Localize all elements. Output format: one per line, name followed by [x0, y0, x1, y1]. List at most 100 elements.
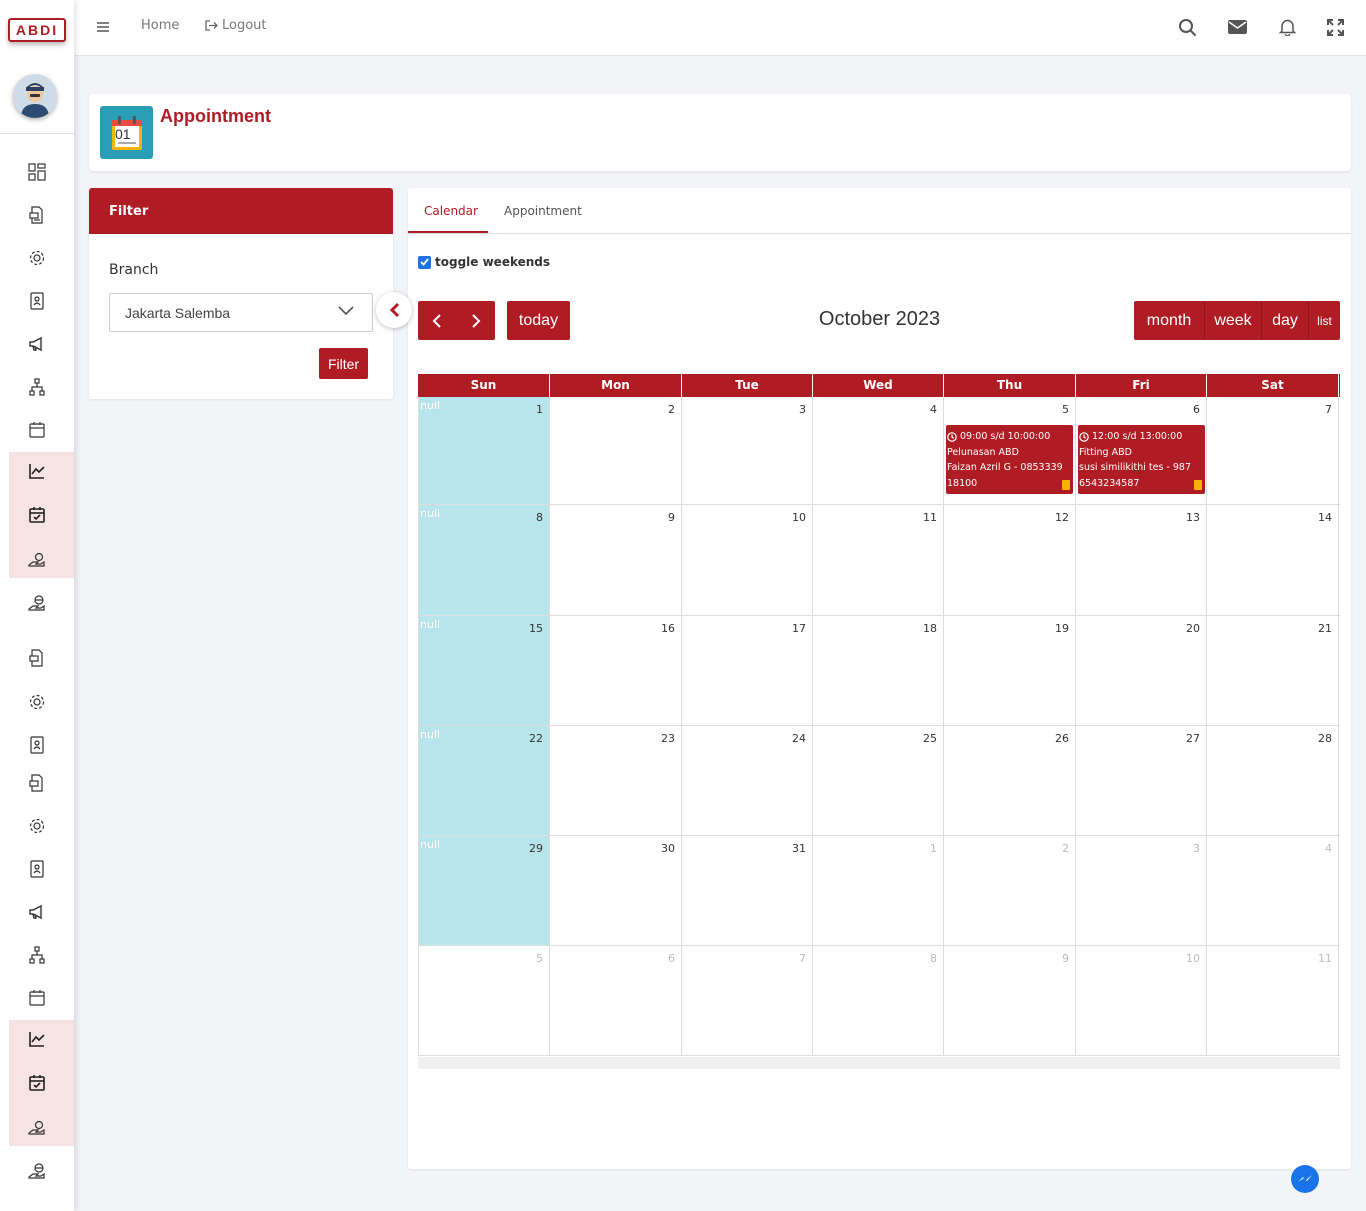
day-number[interactable]: 13 — [1186, 511, 1200, 524]
day-number[interactable]: 6 — [668, 952, 675, 965]
day-number[interactable]: 15 — [529, 622, 543, 635]
day-number[interactable]: 14 — [1318, 511, 1332, 524]
menu-toggle-button[interactable] — [92, 16, 114, 38]
user-avatar[interactable] — [13, 74, 57, 118]
day-cell[interactable]: 10 — [1076, 946, 1207, 1055]
day-cell[interactable]: 6 — [550, 946, 682, 1055]
today-button[interactable]: today — [507, 301, 570, 340]
sidebar-item-hierarchy-2[interactable] — [0, 933, 74, 977]
fullscreen-button[interactable] — [1324, 16, 1346, 38]
day-cell[interactable]: 2 — [550, 397, 682, 504]
day-cell[interactable]: 31 — [682, 836, 813, 945]
sidebar-item-hand-globe-2[interactable] — [0, 1149, 74, 1193]
tab-appointment[interactable]: Appointment — [504, 204, 582, 218]
day-number[interactable]: 11 — [923, 511, 937, 524]
day-number[interactable]: 21 — [1318, 622, 1332, 635]
day-number[interactable]: 4 — [930, 403, 937, 416]
day-number[interactable]: 6 — [1193, 403, 1200, 416]
day-cell[interactable]: 22 null — [418, 726, 550, 835]
day-number[interactable]: 5 — [536, 952, 543, 965]
trash-icon[interactable] — [1062, 480, 1070, 490]
day-cell[interactable]: 1 — [813, 836, 944, 945]
sidebar-item-settings[interactable] — [0, 236, 74, 280]
day-cell[interactable]: 24 — [682, 726, 813, 835]
day-number[interactable]: 19 — [1055, 622, 1069, 635]
next-month-button[interactable] — [456, 301, 495, 340]
day-cell[interactable]: 5 — [418, 946, 550, 1055]
messages-button[interactable] — [1226, 16, 1248, 38]
day-number[interactable]: 7 — [799, 952, 806, 965]
notifications-button[interactable] — [1276, 16, 1298, 38]
sidebar-item-document-3[interactable] — [0, 761, 74, 805]
day-cell[interactable]: 9 — [944, 946, 1076, 1055]
day-cell[interactable]: 18 — [813, 616, 944, 725]
day-cell[interactable]: 19 — [944, 616, 1076, 725]
view-day-button[interactable]: day — [1261, 301, 1308, 340]
calendar-event[interactable]: 09:00 s/d 10:00:00 Pelunasan ABD Faizan Az… — [946, 425, 1073, 494]
day-cell[interactable]: 9 — [550, 505, 682, 615]
day-number[interactable]: 25 — [923, 732, 937, 745]
day-number[interactable]: 7 — [1325, 403, 1332, 416]
day-number[interactable]: 20 — [1186, 622, 1200, 635]
day-number[interactable]: 3 — [799, 403, 806, 416]
home-link[interactable]: Home — [141, 18, 179, 33]
day-cell[interactable]: 1 null — [418, 397, 550, 504]
day-cell[interactable]: 4 — [1207, 836, 1339, 945]
day-number[interactable]: 8 — [536, 511, 543, 524]
day-cell[interactable]: 13 — [1076, 505, 1207, 615]
day-cell[interactable]: 8 — [813, 946, 944, 1055]
search-button[interactable] — [1176, 16, 1198, 38]
day-number[interactable]: 3 — [1193, 842, 1200, 855]
day-cell[interactable]: 5 09:00 s/d 10:00:00 Pelunasan ABD Faizan A… — [944, 397, 1076, 504]
filter-button[interactable]: Filter — [319, 348, 368, 379]
day-number[interactable]: 12 — [1055, 511, 1069, 524]
day-cell[interactable]: 10 — [682, 505, 813, 615]
day-cell[interactable]: 11 — [1207, 946, 1339, 1055]
collapse-filter-button[interactable] — [376, 292, 412, 328]
sidebar-item-calendar-2[interactable] — [0, 976, 74, 1020]
day-number[interactable]: 18 — [923, 622, 937, 635]
day-number[interactable]: 31 — [792, 842, 806, 855]
day-cell[interactable]: 3 — [682, 397, 813, 504]
day-number[interactable]: 23 — [661, 732, 675, 745]
app-logo[interactable]: ABDI — [8, 18, 66, 42]
day-cell[interactable]: 16 — [550, 616, 682, 725]
sidebar-item-appointment-2[interactable] — [0, 1061, 74, 1105]
day-number[interactable]: 5 — [1062, 403, 1069, 416]
logout-link[interactable]: Logout — [205, 18, 267, 33]
day-cell[interactable]: 27 — [1076, 726, 1207, 835]
day-number[interactable]: 30 — [661, 842, 675, 855]
day-number[interactable]: 27 — [1186, 732, 1200, 745]
day-number[interactable]: 24 — [792, 732, 806, 745]
day-cell[interactable]: 4 — [813, 397, 944, 504]
sidebar-item-chart-2[interactable] — [0, 1017, 74, 1061]
day-cell[interactable]: 15 null — [418, 616, 550, 725]
messenger-chat-button[interactable] — [1291, 1165, 1319, 1193]
day-number[interactable]: 22 — [529, 732, 543, 745]
day-cell[interactable]: 2 — [944, 836, 1076, 945]
sidebar-item-document-2[interactable] — [0, 636, 74, 680]
day-number[interactable]: 10 — [792, 511, 806, 524]
day-number[interactable]: 29 — [529, 842, 543, 855]
toggle-weekends-checkbox[interactable] — [418, 255, 431, 269]
day-number[interactable]: 11 — [1318, 952, 1332, 965]
day-cell[interactable]: 25 — [813, 726, 944, 835]
view-week-button[interactable]: week — [1204, 301, 1261, 340]
day-cell[interactable]: 28 — [1207, 726, 1339, 835]
day-cell[interactable]: 23 — [550, 726, 682, 835]
day-number[interactable]: 28 — [1318, 732, 1332, 745]
sidebar-item-hierarchy[interactable] — [0, 365, 74, 409]
sidebar-item-appointment[interactable] — [0, 493, 74, 537]
sidebar-item-calendar[interactable] — [0, 408, 74, 452]
day-number[interactable]: 10 — [1186, 952, 1200, 965]
day-number[interactable]: 8 — [930, 952, 937, 965]
day-number[interactable]: 1 — [536, 403, 543, 416]
day-number[interactable]: 26 — [1055, 732, 1069, 745]
sidebar-item-settings-2[interactable] — [0, 680, 74, 724]
sidebar-item-hand-2[interactable] — [0, 1106, 74, 1150]
day-number[interactable]: 9 — [668, 511, 675, 524]
sidebar-item-contacts[interactable] — [0, 279, 74, 323]
day-cell[interactable]: 6 12:00 s/d 13:00:00 Fitting ABD susi simil… — [1076, 397, 1207, 504]
sidebar-item-document[interactable] — [0, 193, 74, 237]
day-cell[interactable]: 7 — [682, 946, 813, 1055]
